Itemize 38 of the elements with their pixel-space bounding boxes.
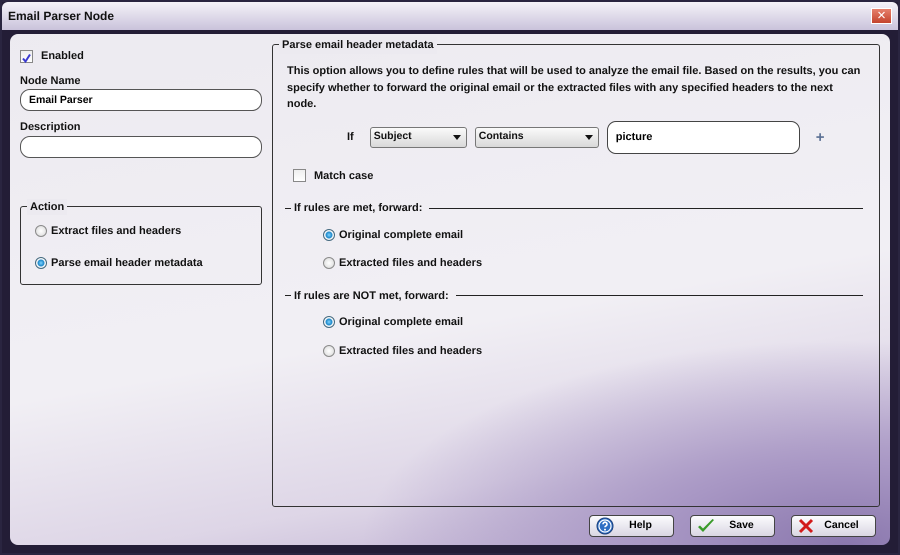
- radio-button[interactable]: [323, 257, 335, 270]
- field-label: Node Name: [20, 74, 82, 88]
- radio-label[interactable]: Parse email header metadata: [51, 255, 203, 272]
- section-title: If rules are met, forward:: [294, 201, 422, 216]
- radio-label[interactable]: Original complete email: [339, 226, 464, 243]
- radio-label[interactable]: Extracted files and headers: [339, 255, 482, 272]
- checkmark-icon: [697, 518, 715, 534]
- text-field[interactable]: picture: [606, 120, 800, 154]
- checkbox-label[interactable]: Match case: [314, 168, 374, 184]
- section-title: If rules are NOT met, forward:: [294, 288, 449, 304]
- radio-button[interactable]: [35, 257, 47, 270]
- radio-button[interactable]: [323, 344, 335, 357]
- if-label: If: [347, 130, 354, 145]
- caret-icon: [584, 134, 593, 140]
- radio-button[interactable]: [35, 224, 47, 237]
- radio-button[interactable]: [323, 316, 335, 328]
- cross-icon: [798, 518, 814, 534]
- text-field[interactable]: Email Parser: [20, 89, 262, 111]
- description-text: This option allows you to define rules that will be used to analyze the email file. Based on the results, you can specify whether to forward the original email or the extracted files with any specified headers to the next node.: [287, 64, 862, 112]
- dropdown[interactable]: Contains: [474, 126, 599, 148]
- add-button[interactable]: +: [816, 130, 824, 144]
- text-field[interactable]: [20, 136, 262, 158]
- radio-label[interactable]: Extract files and headers: [51, 222, 182, 239]
- field-label: Description: [20, 120, 82, 135]
- window-title: Email Parser Node: [8, 8, 114, 25]
- radio-label[interactable]: Original complete email: [339, 314, 464, 330]
- caret-icon: [452, 134, 461, 140]
- dropdown[interactable]: Subject: [370, 126, 467, 148]
- close-button[interactable]: ×: [871, 8, 892, 24]
- checkbox[interactable]: [293, 169, 306, 182]
- radio-label[interactable]: Extracted files and headers: [339, 342, 482, 359]
- checkbox[interactable]: [20, 50, 33, 63]
- dialog-button[interactable]: Help: [589, 515, 674, 537]
- dialog-button[interactable]: Save: [690, 515, 775, 537]
- checkbox-label[interactable]: Enabled: [41, 48, 84, 64]
- dialog-button[interactable]: Cancel: [791, 515, 876, 537]
- radio-button[interactable]: [323, 228, 335, 241]
- help-icon: [596, 517, 614, 535]
